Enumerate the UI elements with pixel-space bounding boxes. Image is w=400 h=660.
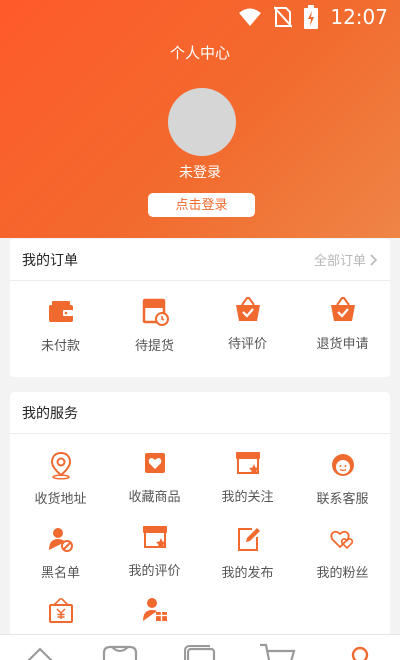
service-favorites-label: 收藏商品: [128, 490, 181, 505]
user-gift-icon: [142, 598, 167, 621]
service-wallet[interactable]: [13, 596, 108, 626]
bottom-tab-bar: [0, 634, 400, 660]
orders-title: 我的订单: [22, 253, 78, 269]
service-blacklist-label: 黑名单: [40, 566, 80, 581]
category-icon[interactable]: [100, 641, 140, 660]
favorite-goods-icon: [144, 453, 165, 473]
services-title: 我的服务: [22, 406, 78, 422]
service-my-fans[interactable]: 我的粉丝: [295, 524, 390, 581]
status-time: 12:07: [330, 5, 388, 29]
login-button[interactable]: 点击登录: [148, 193, 255, 217]
service-blacklist[interactable]: 黑名单: [13, 524, 108, 581]
wallet-icon: [48, 301, 73, 322]
profile-header: 12:07 个人中心 未登录 点击登录: [0, 0, 400, 238]
customer-service-icon: [331, 454, 354, 476]
services-card: 我的服务 收货地址 收藏商品 我的关注 联系客服 黑名单 我的评价 我的发布 我…: [10, 392, 390, 642]
yuan-bill-icon: [48, 598, 73, 623]
service-my-reviews-label: 我的评价: [128, 564, 181, 579]
service-support[interactable]: 联系客服: [295, 450, 390, 507]
service-address-label: 收货地址: [34, 492, 87, 507]
blocked-user-icon: [48, 528, 73, 552]
order-unpaid[interactable]: 未付款: [13, 297, 108, 354]
service-address[interactable]: 收货地址: [13, 450, 108, 507]
battery-charging-icon: [304, 5, 319, 29]
service-my-posts-label: 我的发布: [221, 566, 274, 581]
location-pin-icon: [50, 451, 71, 480]
followed-store-icon: [235, 452, 260, 474]
cart-icon[interactable]: [258, 641, 298, 660]
orders-card-header: 我的订单 全部订单: [10, 239, 390, 281]
fans-hearts-icon: [329, 530, 353, 550]
service-gift[interactable]: [107, 594, 202, 624]
service-following[interactable]: 我的关注: [200, 448, 295, 505]
edit-post-icon: [237, 528, 260, 551]
order-unpaid-label: 未付款: [40, 339, 80, 354]
all-orders-label: 全部订单: [313, 254, 366, 269]
service-my-posts[interactable]: 我的发布: [200, 524, 295, 581]
order-return[interactable]: 退货申请: [295, 295, 390, 352]
chevron-right-icon: [370, 253, 378, 266]
service-my-reviews[interactable]: 我的评价: [107, 522, 202, 579]
no-sim-icon: [274, 6, 293, 28]
home-icon[interactable]: [20, 641, 60, 660]
store-review-icon: [142, 526, 167, 548]
cards-icon[interactable]: [180, 641, 220, 660]
page-title: 个人中心: [169, 44, 230, 62]
service-support-label: 联系客服: [316, 492, 369, 507]
wifi-icon: [239, 8, 262, 26]
orders-card: 我的订单 全部订单 未付款 待提货 待评价 退货申请: [10, 239, 390, 377]
service-following-label: 我的关注: [221, 490, 274, 505]
profile-icon[interactable]: [340, 641, 380, 660]
order-pickup[interactable]: 待提货: [107, 297, 202, 354]
order-review[interactable]: 待评价: [200, 295, 295, 352]
order-pickup-label: 待提货: [134, 339, 174, 354]
pickup-clock-icon: [142, 298, 169, 326]
basket-return-icon: [330, 297, 355, 321]
status-bar: 12:07: [0, 0, 400, 36]
services-card-header: 我的服务: [10, 392, 390, 434]
all-orders-link[interactable]: 全部订单: [314, 250, 378, 269]
service-favorites[interactable]: 收藏商品: [107, 448, 202, 505]
login-state-text: 未登录: [179, 165, 221, 181]
order-return-label: 退货申请: [316, 337, 369, 352]
service-my-fans-label: 我的粉丝: [316, 566, 369, 581]
avatar[interactable]: [168, 88, 236, 156]
basket-check-icon: [235, 297, 260, 321]
order-review-label: 待评价: [227, 337, 267, 352]
